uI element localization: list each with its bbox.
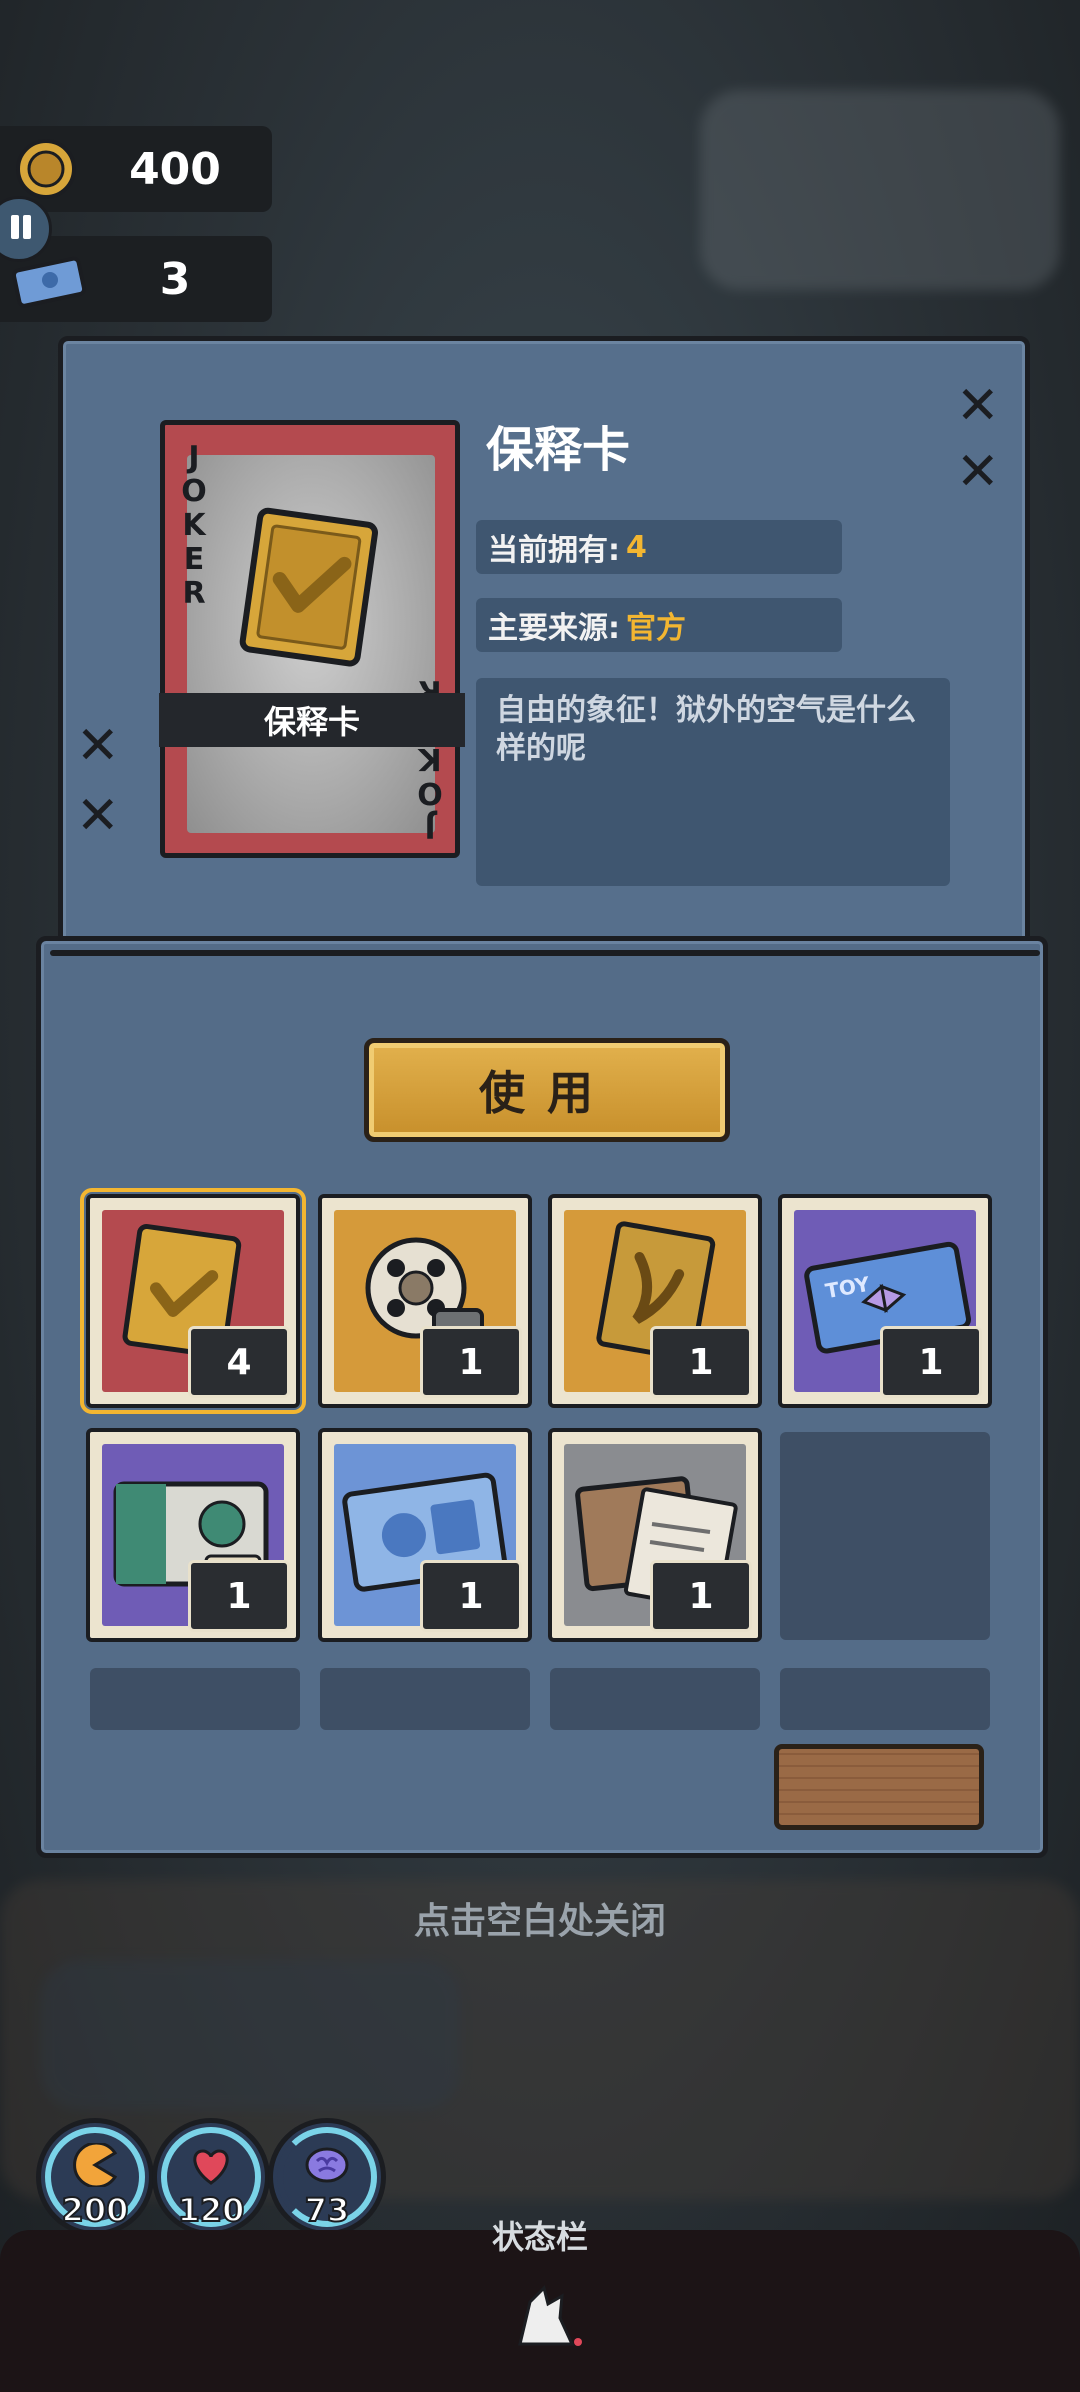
inventory-slot[interactable]: 4 [80,1188,306,1414]
empty-slot[interactable] [90,1668,300,1730]
pause-icon [11,215,19,239]
empty-slot[interactable] [780,1432,990,1640]
hunger-icon [73,2143,118,2187]
inventory-slot[interactable]: 1 [86,1428,300,1642]
brain-icon [305,2147,349,2183]
source-value: 官方 [626,611,686,646]
slot-count: 1 [650,1326,752,1398]
coin-icon [16,139,76,199]
background-shape [40,1960,460,2110]
bail-card-icon [239,507,378,667]
heart-icon [193,2149,229,2185]
slot-count: 1 [420,1560,522,1632]
slot-count: 1 [188,1560,290,1632]
item-title: 保释卡 [486,422,631,478]
panel-divider [50,950,1040,956]
ticket-value: 3 [159,253,191,305]
use-button[interactable]: 使用 [364,1038,730,1142]
owned-label: 当前拥有: [488,533,620,568]
inventory-slot[interactable]: 1 [318,1428,532,1642]
inventory-slot[interactable]: 1 [318,1194,532,1408]
slot-count: 1 [650,1560,752,1632]
coin-value: 400 [129,143,221,195]
x-decoration: ✕ [956,376,1000,436]
inventory-slot[interactable]: 1 [548,1428,762,1642]
close-hint[interactable]: 点击空白处关闭 [0,1892,1080,1944]
empty-slot[interactable] [320,1668,530,1730]
x-decoration: ✕ [76,716,120,776]
owned-row: 当前拥有: 4 [476,520,842,574]
item-description: 自由的象征！狱外的空气是什么样的呢 [476,678,950,886]
character-icon [518,2285,582,2346]
empty-slot[interactable] [550,1668,760,1730]
wood-plank-button[interactable] [774,1744,984,1830]
coin-counter: 400 [0,126,272,212]
source-row: 主要来源: 官方 [476,598,842,652]
source-label: 主要来源: [488,611,620,646]
status-bar-label: 状态栏 [491,2218,588,2256]
slot-count: 4 [188,1326,290,1398]
empty-slot[interactable] [780,1668,990,1730]
joker-label: JOKER [181,440,207,611]
x-decoration: ✕ [76,786,120,846]
item-card: JOKER JOKER 保释卡 [159,420,465,858]
slot-count: 1 [420,1326,522,1398]
inventory-slot[interactable]: 1 [548,1194,762,1408]
inventory-slot[interactable]: TOY 1 [778,1194,992,1408]
slot-count: 1 [880,1326,982,1398]
x-decoration: ✕ [956,442,1000,502]
owned-value: 4 [626,529,647,565]
card-name-band: 保释卡 [159,693,465,747]
background-shape [700,90,1060,290]
